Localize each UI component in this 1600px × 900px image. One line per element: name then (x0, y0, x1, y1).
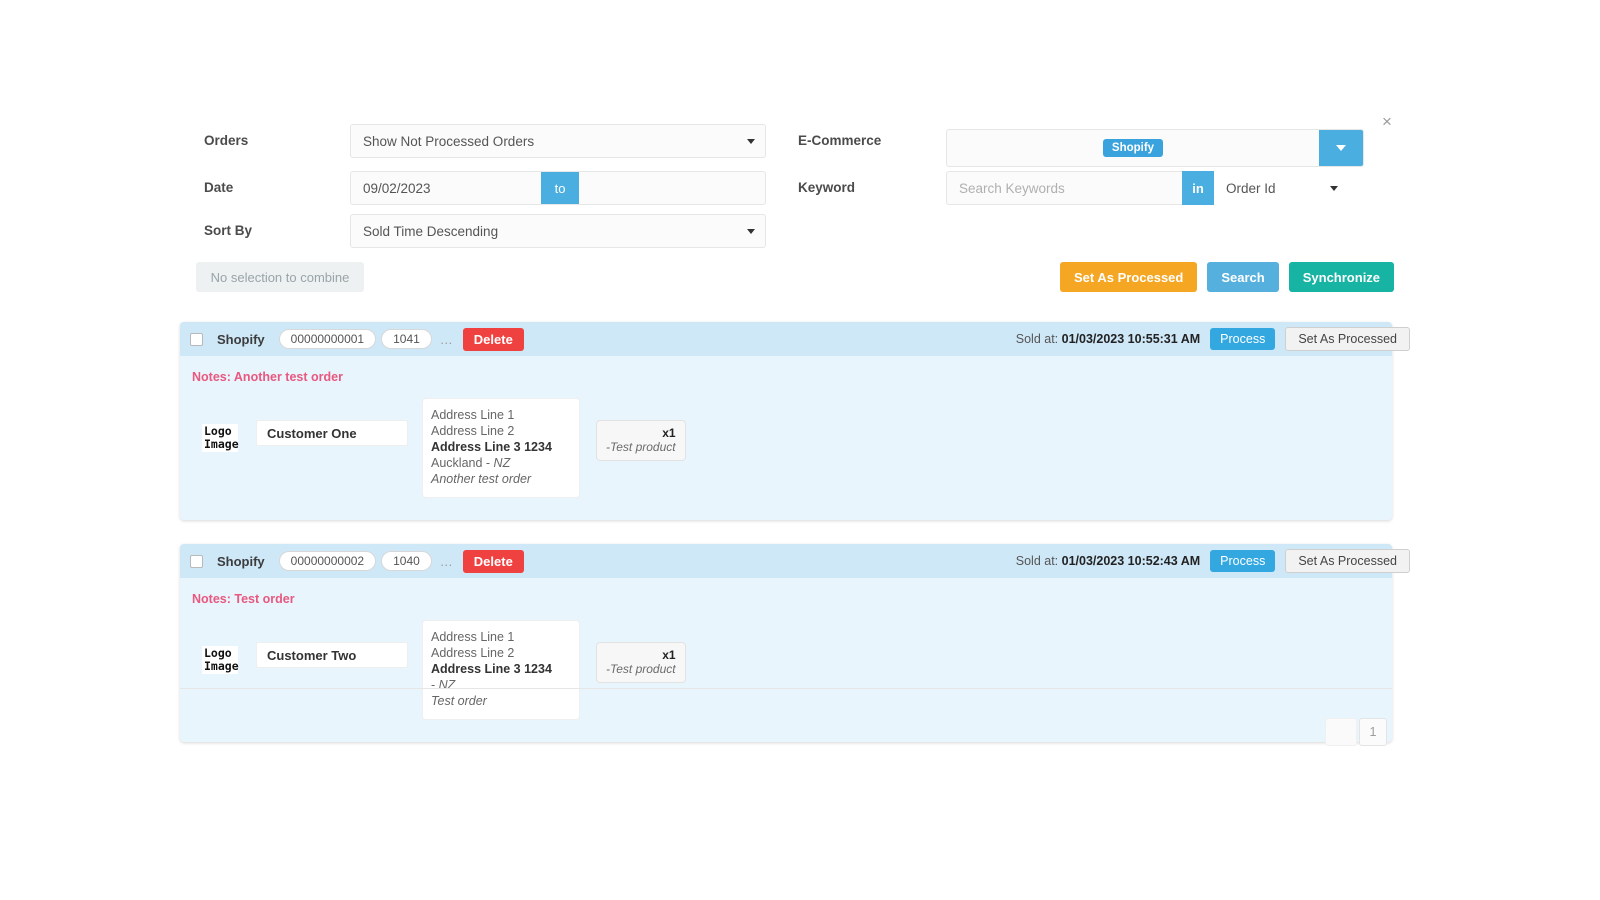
chevron-down-icon (747, 229, 755, 234)
address-country: NZ (439, 678, 456, 692)
pagination-prev-button[interactable] (1325, 718, 1357, 746)
sort-by-select-value: Sold Time Descending (363, 224, 498, 239)
date-range: to (350, 171, 766, 205)
orders-select-value: Show Not Processed Orders (363, 134, 534, 149)
pagination: 1 (1325, 718, 1387, 746)
set-as-processed-button[interactable]: Set As Processed (1060, 262, 1197, 292)
delete-button[interactable]: Delete (463, 550, 524, 573)
order-notes: Notes: Another test order (180, 356, 1392, 384)
ecommerce-dropdown-button[interactable] (1319, 130, 1363, 166)
footer-divider (180, 688, 1392, 689)
order-separator: … (440, 332, 453, 347)
process-button[interactable]: Process (1210, 328, 1275, 350)
chevron-down-icon (1330, 186, 1338, 191)
orders-select[interactable]: Show Not Processed Orders (350, 124, 766, 158)
order-card: Shopify 00000000001 1041 … Delete Sold a… (180, 322, 1392, 520)
ecommerce-tag-shopify[interactable]: Shopify (1103, 139, 1163, 157)
order-source-label: Shopify (217, 332, 265, 347)
sold-at-value: 01/03/2023 10:55:31 AM (1062, 332, 1201, 346)
order-number-pill: 1040 (381, 551, 432, 571)
order-select-checkbox[interactable] (190, 555, 203, 568)
sort-by-select[interactable]: Sold Time Descending (350, 214, 766, 248)
row-set-as-processed-button[interactable]: Set As Processed (1285, 327, 1410, 351)
address-line-3: Address Line 3 1234 (431, 661, 565, 677)
date-label: Date (204, 171, 233, 205)
order-card-header: Shopify 00000000001 1041 … Delete Sold a… (180, 322, 1392, 356)
order-card-body: Logo Image Customer One Address Line 1 A… (180, 384, 1392, 520)
shipping-address: Address Line 1 Address Line 2 Address Li… (422, 620, 580, 720)
order-id-pill: 00000000002 (279, 551, 376, 571)
logo-image-placeholder: Logo Image (202, 424, 238, 452)
order-card-body: Logo Image Customer Two Address Line 1 A… (180, 606, 1392, 742)
pagination-page-1[interactable]: 1 (1359, 718, 1387, 746)
address-line-1: Address Line 1 (431, 407, 565, 423)
date-from-input[interactable] (351, 172, 541, 204)
order-card: Shopify 00000000002 1040 … Delete Sold a… (180, 544, 1392, 742)
action-buttons: Set As Processed Search Synchronize (1060, 262, 1394, 292)
ecommerce-tag-field[interactable]: Shopify (946, 129, 1364, 167)
order-separator: … (440, 554, 453, 569)
logo-image-placeholder: Logo Image (202, 646, 238, 674)
order-sold-at: Sold at: 01/03/2023 10:55:31 AM (1016, 332, 1200, 346)
search-input[interactable] (946, 171, 1182, 205)
row-set-as-processed-button[interactable]: Set As Processed (1285, 549, 1410, 573)
address-city: Auckland (431, 456, 482, 470)
order-product: x1 -Test product (596, 420, 686, 461)
order-number-pill: 1041 (381, 329, 432, 349)
date-to-input[interactable] (579, 172, 766, 204)
orders-list: Shopify 00000000001 1041 … Delete Sold a… (180, 322, 1392, 766)
address-city-country: - NZ (431, 677, 565, 693)
product-quantity: x1 (606, 426, 676, 440)
chevron-down-icon (1336, 145, 1346, 151)
sold-at-prefix: Sold at: (1016, 332, 1058, 346)
orders-label: Orders (204, 124, 248, 158)
synchronize-button[interactable]: Synchronize (1289, 262, 1394, 292)
orders-page: × Orders Show Not Processed Orders Date … (0, 0, 1600, 900)
process-button[interactable]: Process (1210, 550, 1275, 572)
order-header-actions: Sold at: 01/03/2023 10:52:43 AM Process … (1016, 544, 1410, 578)
keyword-in-button[interactable]: in (1182, 171, 1214, 205)
order-card-header: Shopify 00000000002 1040 … Delete Sold a… (180, 544, 1392, 578)
ecommerce-tag-area: Shopify (947, 130, 1319, 166)
order-id-pill: 00000000001 (279, 329, 376, 349)
keyword-label: Keyword (798, 171, 855, 205)
keyword-group: in Order Id (946, 171, 1348, 205)
product-quantity: x1 (606, 648, 676, 662)
order-sold-at: Sold at: 01/03/2023 10:52:43 AM (1016, 554, 1200, 568)
address-note: Another test order (431, 471, 565, 487)
delete-button[interactable]: Delete (463, 328, 524, 351)
address-country: NZ (494, 456, 511, 470)
chevron-down-icon (747, 139, 755, 144)
keyword-field-select[interactable]: Order Id (1214, 171, 1348, 205)
address-line-2: Address Line 2 (431, 423, 565, 439)
address-line-3: Address Line 3 1234 (431, 439, 565, 455)
order-select-checkbox[interactable] (190, 333, 203, 346)
date-to-button[interactable]: to (541, 172, 579, 204)
order-notes: Notes: Test order (180, 578, 1392, 606)
address-line-1: Address Line 1 (431, 629, 565, 645)
customer-name: Customer One (256, 420, 408, 446)
order-product: x1 -Test product (596, 642, 686, 683)
product-name: -Test product (606, 440, 676, 454)
close-icon[interactable]: × (1376, 112, 1396, 132)
order-header-actions: Sold at: 01/03/2023 10:55:31 AM Process … (1016, 322, 1410, 356)
address-city-country: Auckland - NZ (431, 455, 565, 471)
sort-by-label: Sort By (204, 214, 252, 248)
address-note: Test order (431, 693, 565, 709)
keyword-field-value: Order Id (1226, 181, 1276, 196)
product-name: -Test product (606, 662, 676, 676)
shipping-address: Address Line 1 Address Line 2 Address Li… (422, 398, 580, 498)
search-button[interactable]: Search (1207, 262, 1278, 292)
order-source-label: Shopify (217, 554, 265, 569)
customer-name: Customer Two (256, 642, 408, 668)
combine-button[interactable]: No selection to combine (196, 262, 364, 292)
ecommerce-label: E-Commerce (798, 124, 881, 158)
address-line-2: Address Line 2 (431, 645, 565, 661)
sold-at-prefix: Sold at: (1016, 554, 1058, 568)
sold-at-value: 01/03/2023 10:52:43 AM (1062, 554, 1201, 568)
